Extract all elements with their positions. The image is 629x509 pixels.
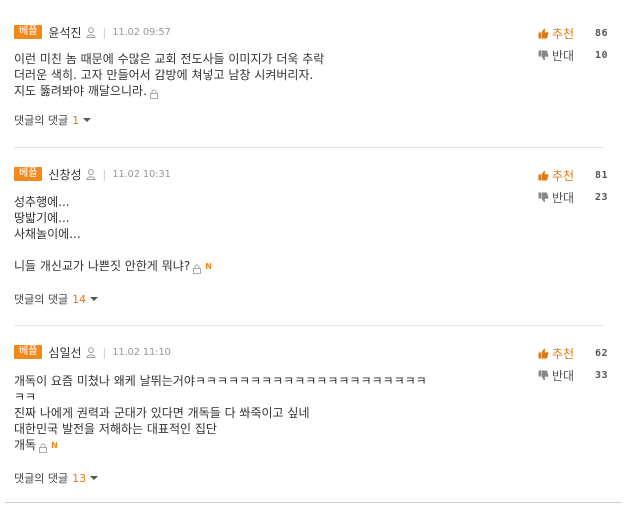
person-icon: [86, 346, 96, 358]
comment-icons: N: [192, 261, 212, 274]
lock-icon: [192, 262, 202, 274]
comment-icons: [149, 87, 159, 99]
author-name[interactable]: 윤석진: [48, 24, 81, 41]
thumb-up-icon: [538, 170, 549, 181]
chevron-down-icon: [90, 297, 99, 301]
oppose-count: 23: [594, 191, 608, 203]
best-badge: 베플: [14, 345, 43, 359]
comment-line-text: 개독: [14, 438, 37, 452]
vote-panel: 추천 86 반대 10: [538, 22, 608, 66]
lock-icon: [149, 87, 159, 99]
comment-blank-line: [14, 242, 514, 258]
list-bottom-border: [5, 502, 622, 503]
comment-line: 땅밟기에...: [14, 211, 70, 225]
person-icon: [86, 26, 96, 38]
recommend-count: 62: [594, 347, 608, 359]
comment-line: 개독이 요즘 미쳤나 왜케 날뛰는거야ㅋㅋㅋㅋㅋㅋㅋㅋㅋㅋㅋㅋㅋㅋㅋㅋㅋㅋㅋㅋㅋ: [14, 374, 427, 388]
oppose-label: 반대: [552, 190, 575, 205]
comment-line: 성추행에...: [14, 195, 70, 209]
new-icon: N: [205, 261, 212, 271]
thumb-down-icon: [538, 50, 549, 61]
replies-count: 14: [72, 292, 87, 306]
oppose-button[interactable]: 반대 10: [538, 44, 608, 66]
replies-toggle[interactable]: 댓글의 댓글 1: [14, 112, 92, 128]
oppose-label: 반대: [552, 368, 575, 383]
comment-line: 이런 미친 놈 때문에 수많은 교회 전도사들 이미지가 더욱 추락: [14, 52, 325, 66]
comment-line: 사채놀이에...: [14, 227, 81, 241]
comment-line: 지도 뚫려봐야 깨달으니라.: [14, 83, 514, 99]
author-name[interactable]: 심일선: [48, 344, 81, 361]
comment-icons: N: [38, 440, 58, 453]
comment-body: 성추행에... 땅밟기에... 사채놀이에... 니들 개신교가 나쁜짓 안한게…: [14, 194, 514, 274]
oppose-button[interactable]: 반대 33: [538, 364, 608, 386]
recommend-button[interactable]: 추천 81: [538, 164, 608, 186]
comment-line: 진짜 나에게 권력과 군대가 있다면 개독들 다 쏴죽이고 싶네: [14, 406, 310, 420]
lock-icon: [38, 441, 48, 453]
recommend-label: 추천: [552, 26, 575, 41]
comment-time: 11.02 09:57: [112, 26, 171, 38]
thumb-up-icon: [538, 348, 549, 359]
comment-line: 더러운 색히. 고자 만들어서 감방에 쳐넣고 남창 시켜버리자.: [14, 68, 314, 82]
thumb-down-icon: [538, 370, 549, 381]
comment-divider: [14, 325, 604, 326]
separator: |: [102, 167, 107, 181]
separator: |: [102, 25, 107, 39]
replies-label: 댓글의 댓글: [14, 472, 69, 485]
replies-toggle[interactable]: 댓글의 댓글 14: [14, 291, 99, 307]
best-badge: 베플: [14, 25, 43, 39]
comment-time: 11.02 11:10: [112, 346, 171, 358]
comment-body: 이런 미친 놈 때문에 수많은 교회 전도사들 이미지가 더욱 추락 더러운 색…: [14, 51, 514, 99]
comment-line-text: 니들 개신교가 나쁜짓 안한게 뭐냐?: [14, 259, 191, 273]
comment-header: 베플 신창성 | 11.02 10:31: [14, 166, 171, 182]
recommend-count: 86: [594, 27, 608, 39]
vote-panel: 추천 62 반대 33: [538, 342, 608, 386]
oppose-label: 반대: [552, 48, 575, 63]
new-icon: N: [51, 440, 58, 450]
thumb-down-icon: [538, 192, 549, 203]
recommend-count: 81: [594, 169, 608, 181]
replies-label: 댓글의 댓글: [14, 114, 69, 127]
thumb-up-icon: [538, 28, 549, 39]
vote-panel: 추천 81 반대 23: [538, 164, 608, 208]
comment-line-text: 지도 뚫려봐야 깨달으니라.: [14, 84, 147, 98]
author-name[interactable]: 신창성: [48, 166, 81, 183]
replies-label: 댓글의 댓글: [14, 293, 69, 306]
comment-line: 대한민국 발전을 저해하는 대표적인 집단: [14, 422, 217, 436]
oppose-count: 33: [594, 369, 608, 381]
oppose-count: 10: [594, 49, 608, 61]
chevron-down-icon: [83, 118, 92, 122]
best-badge: 베플: [14, 167, 43, 181]
comment-body: 개독이 요즘 미쳤나 왜케 날뛰는거야ㅋㅋㅋㅋㅋㅋㅋㅋㅋㅋㅋㅋㅋㅋㅋㅋㅋㅋㅋㅋㅋ…: [14, 373, 514, 453]
comment-line: 니들 개신교가 나쁜짓 안한게 뭐냐? N: [14, 258, 514, 274]
recommend-label: 추천: [552, 168, 575, 183]
comment-time: 11.02 10:31: [112, 168, 171, 180]
replies-count: 13: [72, 471, 87, 485]
replies-count: 1: [72, 113, 80, 127]
chevron-down-icon: [90, 476, 99, 480]
comment-divider: [14, 147, 604, 148]
comment-line: 개독 N: [14, 437, 514, 453]
recommend-button[interactable]: 추천 86: [538, 22, 608, 44]
comment-header: 베플 심일선 | 11.02 11:10: [14, 344, 171, 360]
comment-header: 베플 윤석진 | 11.02 09:57: [14, 24, 171, 40]
oppose-button[interactable]: 반대 23: [538, 186, 608, 208]
replies-toggle[interactable]: 댓글의 댓글 13: [14, 470, 99, 486]
comment-line: ㅋㅋ: [14, 390, 37, 404]
person-icon: [86, 168, 96, 180]
recommend-label: 추천: [552, 346, 575, 361]
separator: |: [102, 345, 107, 359]
recommend-button[interactable]: 추천 62: [538, 342, 608, 364]
